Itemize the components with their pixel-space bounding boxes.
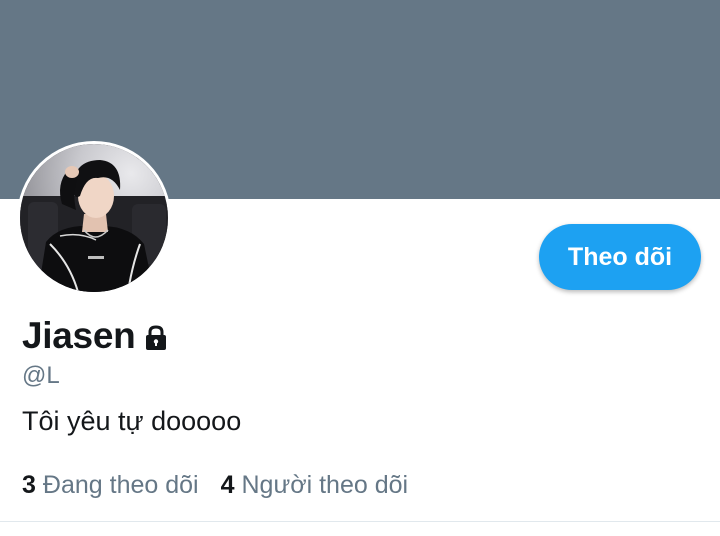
lock-icon	[141, 323, 171, 353]
profile-avatar[interactable]	[17, 141, 171, 295]
followers-label: Người theo dõi	[241, 471, 409, 499]
following-label: Đang theo dõi	[42, 471, 199, 499]
divider	[0, 521, 720, 522]
avatar-photo	[20, 144, 168, 292]
follow-stats: 3 Đang theo dõi 4 Người theo dõi	[22, 471, 430, 500]
name-row: Jiasen	[22, 312, 171, 360]
user-handle: @L	[22, 362, 60, 389]
following-count: 3	[22, 471, 36, 499]
followers-count: 4	[220, 471, 235, 499]
display-name: Jiasen	[22, 315, 136, 356]
followers-stat[interactable]: 4 Người theo dõi	[221, 471, 408, 500]
following-stat[interactable]: 3 Đang theo dõi	[22, 471, 199, 500]
profile-bio: Tôi yêu tự dooooo	[22, 406, 242, 436]
follow-button[interactable]: Theo dõi	[539, 224, 701, 290]
